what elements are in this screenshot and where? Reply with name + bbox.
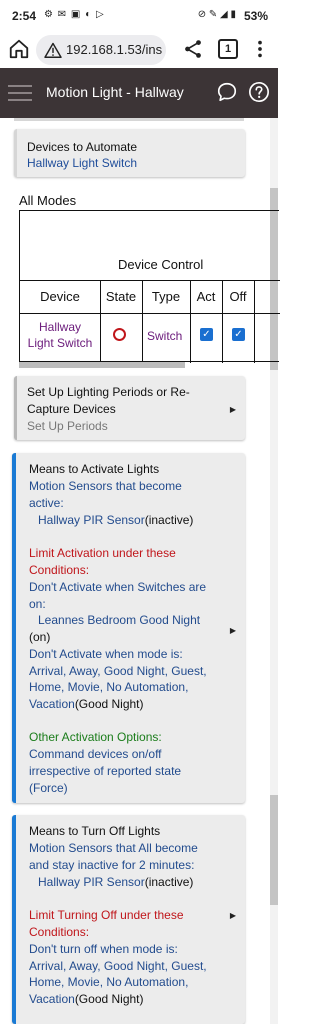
table-divider	[100, 281, 101, 363]
devices-to-automate-card[interactable]: Devices to Automate Hallway Light Switch	[14, 129, 245, 177]
other-options-line2: irrespective of reported state	[29, 764, 182, 778]
other-options-heading: Other Activation Options:	[29, 730, 162, 744]
device-type: Switch	[147, 329, 183, 343]
mode-list-end: Vacation	[29, 992, 75, 1006]
status-bar: 2:54 ⚙ ✉ ▣ ◐ ▷ ⊘ ✎ ◢ ▮ 53%	[0, 0, 278, 32]
address-bar[interactable]: 192.168.1.53/ins	[36, 35, 166, 65]
expand-arrow-icon[interactable]: ▶	[230, 405, 236, 414]
column-header-act: Act	[196, 289, 216, 304]
expand-arrow-icon[interactable]: ▶	[230, 626, 236, 635]
browser-toolbar: 192.168.1.53/ins 1	[0, 32, 278, 68]
table-divider	[254, 281, 255, 363]
activate-limit-line2: Conditions:	[29, 563, 90, 577]
battery-level: 53%	[243, 9, 268, 23]
table-divider	[142, 281, 143, 363]
activate-switch-line2: on:	[29, 597, 46, 611]
tab-switcher-button[interactable]: 1	[218, 39, 238, 59]
notification-icons: ⚙ ✉ ▣ ◐ ▷	[44, 9, 105, 20]
off-checkbox[interactable]: ✓	[232, 328, 245, 341]
status-time: 2:54	[12, 9, 37, 23]
activate-sensor-entry: Hallway PIR Sensor(inactive)	[38, 512, 193, 529]
turnoff-mode-line1: Don't turn off when mode is:	[29, 942, 178, 956]
column-header-device: Device	[40, 289, 80, 304]
activate-mode-line4: Vacation(Good Night)	[29, 696, 144, 713]
url-text[interactable]: 192.168.1.53/ins	[66, 42, 162, 57]
table-divider	[20, 313, 280, 314]
activate-switch-line1: Don't Activate when Switches are	[29, 580, 207, 594]
device-name-line[interactable]: Light Switch	[22, 335, 98, 351]
device-control-table: Device Control Device State Type Act Off…	[19, 210, 280, 363]
activate-switch-name: Leannes Bedroom Good Night	[38, 613, 201, 627]
mode-current: (Good Night)	[74, 992, 144, 1006]
device-name-line[interactable]: Hallway	[22, 319, 98, 335]
sensor-name: Hallway PIR Sensor	[38, 513, 145, 527]
turnoff-sensors-line1: Motion Sensors that All become	[29, 841, 198, 855]
turnoff-sensor-entry: Hallway PIR Sensor(inactive)	[38, 874, 193, 891]
activate-limit-line1: Limit Activation under these	[29, 546, 176, 560]
table-group-header: Device Control	[20, 211, 280, 281]
app-header: Motion Light - Hallway	[0, 68, 278, 118]
not-secure-warning-icon[interactable]	[44, 42, 62, 58]
table-divider	[222, 281, 223, 363]
column-header-state: State	[105, 289, 137, 304]
more-options-icon[interactable]	[252, 38, 268, 60]
share-icon[interactable]	[182, 38, 204, 60]
periods-subtitle: Set Up Periods	[27, 419, 108, 433]
activate-sensors-line1: Motion Sensors that become	[29, 479, 182, 493]
table-horizontal-scrollbar[interactable]	[19, 362, 185, 368]
mode-list-end: Vacation	[29, 697, 75, 711]
activate-mode-line3: Home, Movie, No Automation,	[29, 680, 189, 694]
turnoff-mode-line2: Arrival, Away, Good Night, Guest,	[29, 959, 207, 973]
table-divider	[190, 281, 191, 363]
help-icon[interactable]	[248, 81, 270, 103]
all-modes-label: All Modes	[19, 193, 77, 208]
periods-title-line1: Set Up Lighting Periods or Re-	[27, 385, 190, 399]
device-state-indicator[interactable]	[113, 328, 126, 341]
turnoff-limit-line2: Conditions:	[29, 925, 90, 939]
activate-mode-line1: Don't Activate when mode is:	[29, 647, 183, 661]
turn-off-lights-card[interactable]: Means to Turn Off Lights Motion Sensors …	[12, 815, 245, 1024]
expand-arrow-icon[interactable]: ▶	[230, 911, 236, 920]
home-icon[interactable]	[8, 38, 30, 60]
periods-title-line2: Capture Devices	[27, 402, 116, 416]
turnoff-mode-line4: Vacation(Good Night)	[29, 991, 144, 1008]
device-link-hallway-light-switch[interactable]: Hallway Light Switch	[22, 319, 98, 351]
turnoff-heading: Means to Turn Off Lights	[29, 824, 161, 838]
devices-heading: Devices to Automate	[27, 140, 138, 154]
mode-current: (Good Night)	[74, 697, 144, 711]
activate-mode-line2: Arrival, Away, Good Night, Guest,	[29, 664, 207, 678]
lighting-periods-card[interactable]: Set Up Lighting Periods or Re- Capture D…	[14, 376, 245, 440]
activate-heading: Means to Activate Lights	[29, 462, 160, 476]
turnoff-mode-line3: Home, Movie, No Automation,	[29, 975, 189, 989]
other-options-line1: Command devices on/off	[29, 747, 162, 761]
act-checkbox[interactable]: ✓	[200, 328, 213, 341]
sensor-state: (inactive)	[144, 875, 194, 889]
other-options-line3: (Force)	[29, 781, 68, 795]
system-icons: ⊘ ✎ ◢ ▮	[197, 9, 236, 20]
sensor-state: (inactive)	[144, 513, 194, 527]
turnoff-sensors-line2: and stay inactive for 2 minutes:	[29, 858, 195, 872]
divider	[14, 118, 244, 121]
sensor-name: Hallway PIR Sensor	[38, 875, 145, 889]
turnoff-limit-line1: Limit Turning Off under these	[29, 908, 184, 922]
chat-bubble-icon[interactable]	[216, 81, 238, 103]
activate-switch-state: (on)	[29, 630, 51, 644]
activate-sensors-line2: active:	[29, 496, 64, 510]
device-control-header: Device Control	[118, 257, 204, 272]
column-header-off: Off	[229, 289, 247, 304]
devices-value: Hallway Light Switch	[27, 156, 138, 170]
column-header-type: Type	[151, 289, 181, 304]
activate-lights-card[interactable]: Means to Activate Lights Motion Sensors …	[12, 453, 245, 803]
hamburger-menu-icon[interactable]	[8, 84, 32, 102]
page-scrollbar-thumb-lower[interactable]	[270, 795, 278, 905]
page-title: Motion Light - Hallway	[46, 84, 184, 100]
